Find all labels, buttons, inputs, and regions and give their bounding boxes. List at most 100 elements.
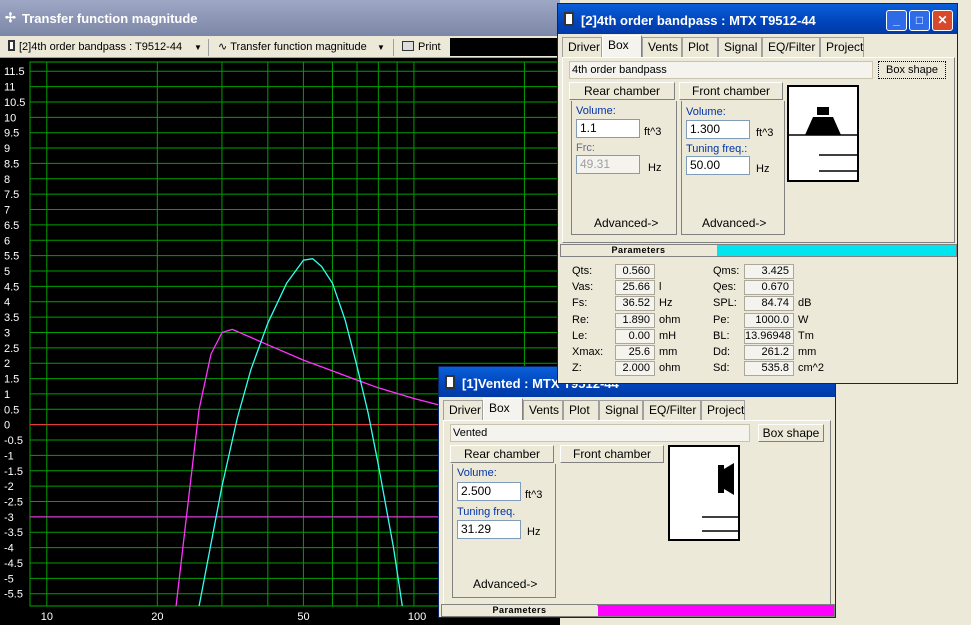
main-window-title: Transfer function magnitude <box>22 11 198 26</box>
bandpass-tab-eq-filter[interactable]: EQ/Filter <box>762 37 820 57</box>
y-tick-label: 8 <box>4 174 10 186</box>
crosshair-icon: ✢ <box>5 10 16 25</box>
param-spl-value[interactable]: 84.74 <box>744 296 794 312</box>
printer-icon <box>402 41 414 51</box>
bandpass-box-name[interactable]: 4th order bandpass <box>569 61 873 79</box>
project-select[interactable]: [2]4th order bandpass : T9512-44 ▼ <box>4 39 204 56</box>
param-pe-value[interactable]: 1000.0 <box>744 312 794 328</box>
vented-tuning-input[interactable]: 31.29 <box>457 520 521 539</box>
bandpass-tab-plot[interactable]: Plot <box>682 37 718 57</box>
param-bl-unit: Tm <box>798 329 814 342</box>
vented-tab-signal[interactable]: Signal <box>599 400 643 420</box>
param-sd-value[interactable]: 535.8 <box>744 361 794 377</box>
y-tick-label: 0 <box>4 420 10 432</box>
x-tick-label: 50 <box>297 611 309 623</box>
print-label: Print <box>418 41 441 53</box>
vented-box-shape-button[interactable]: Box shape <box>758 424 824 442</box>
vented-tab-box[interactable]: Box <box>483 398 523 420</box>
y-tick-label: 0.5 <box>4 404 19 416</box>
bandpass-box-shape-button[interactable]: Box shape <box>878 61 946 79</box>
bandpass-parameters-bar[interactable]: Parameters <box>560 244 957 257</box>
param-qts-value[interactable]: 0.560 <box>615 264 655 279</box>
y-tick-label: -0.5 <box>4 435 23 447</box>
vented-tab-vents[interactable]: Vents <box>523 400 563 420</box>
y-tick-label: 6.5 <box>4 220 19 232</box>
minimize-button[interactable]: _ <box>886 10 907 31</box>
param-re-value[interactable]: 1.890 <box>615 312 655 328</box>
document-icon <box>564 12 574 26</box>
y-tick-label: 2.5 <box>4 343 19 355</box>
toolbar-status-area <box>450 38 560 56</box>
y-tick-label: 2 <box>4 358 10 370</box>
y-tick-label: 11.5 <box>4 66 25 78</box>
front-volume-input[interactable]: 1.300 <box>686 120 750 139</box>
rear-volume-input[interactable]: 1.1 <box>576 119 640 138</box>
vented-box-panel: Vented Box shape Rear chamber Front cham… <box>443 420 831 606</box>
vented-box-preview <box>668 445 740 541</box>
y-tick-label: 10 <box>4 112 16 124</box>
front-tuning-input[interactable]: 50.00 <box>686 156 750 175</box>
param-z-unit: ohm <box>659 362 681 375</box>
vented-tab-eq-filter[interactable]: EQ/Filter <box>643 400 701 420</box>
y-tick-label: -3.5 <box>4 527 23 539</box>
rear-volume-label: Volume: <box>576 105 616 117</box>
vented-advanced-button[interactable]: Advanced-> <box>473 577 537 591</box>
y-tick-label: -5 <box>4 573 14 585</box>
x-tick-label: 100 <box>408 611 426 623</box>
param-vas-label: Vas: <box>572 281 594 294</box>
front-chamber-button[interactable]: Front chamber <box>679 82 783 100</box>
param-re-label: Re: <box>572 313 590 326</box>
vented-volume-input[interactable]: 2.500 <box>457 482 521 501</box>
bandpass-tab-signal[interactable]: Signal <box>718 37 762 57</box>
frc-label: Frc: <box>576 142 595 154</box>
param-le-unit: mH <box>659 329 677 342</box>
front-tuning-unit: Hz <box>756 163 770 175</box>
rear-chamber-button[interactable]: Rear chamber <box>569 82 675 100</box>
rear-advanced-button[interactable]: Advanced-> <box>594 216 658 230</box>
bandpass-tab-vents[interactable]: Vents <box>642 37 682 57</box>
param-qms-value[interactable]: 3.425 <box>744 264 794 279</box>
param-pe-unit: W <box>798 313 809 326</box>
vented-tuning-unit: Hz <box>527 526 541 538</box>
vented-tab-project[interactable]: Project <box>701 400 745 420</box>
param-spl-label: SPL: <box>713 297 737 310</box>
vented-dialog: [1]Vented : MTX T9512-44 Driver Box Vents P… <box>438 366 836 618</box>
vented-parameters-color <box>598 605 834 616</box>
print-button[interactable]: Print <box>398 39 448 56</box>
y-tick-label: 9 <box>4 143 10 155</box>
bandpass-tab-project[interactable]: Project <box>820 37 864 57</box>
view-select[interactable]: ∿ Transfer function magnitude ▼ <box>214 39 390 56</box>
vented-tab-driver[interactable]: Driver <box>443 400 483 420</box>
param-xmax-value[interactable]: 25.6 <box>615 345 655 360</box>
vented-rear-chamber-button[interactable]: Rear chamber <box>450 445 554 463</box>
vented-front-chamber-button[interactable]: Front chamber <box>560 445 664 463</box>
frc-unit: Hz <box>648 162 662 174</box>
maximize-button[interactable]: □ <box>909 10 930 31</box>
bandpass-tab-box[interactable]: Box <box>602 35 642 57</box>
main-title-bar[interactable]: ✢ Transfer function magnitude <box>0 0 560 36</box>
param-qts-label: Qts: <box>572 265 593 277</box>
toolbar-separator <box>208 39 209 56</box>
y-tick-label: 4 <box>4 297 10 309</box>
param-le-value[interactable]: 0.00 <box>615 328 655 344</box>
front-volume-label: Volume: <box>686 106 726 118</box>
vented-tab-plot[interactable]: Plot <box>563 400 599 420</box>
param-dd-value[interactable]: 261.2 <box>744 345 794 360</box>
y-tick-label: 1 <box>4 389 10 401</box>
document-icon <box>445 375 455 389</box>
param-vas-value[interactable]: 25.66 <box>615 280 655 296</box>
param-qes-value[interactable]: 0.670 <box>744 280 794 296</box>
param-qes-label: Qes: <box>713 281 737 294</box>
close-icon: ✕ <box>937 13 948 27</box>
vented-parameters-bar[interactable]: Parameters <box>441 604 835 617</box>
param-fs-value[interactable]: 36.52 <box>615 296 655 312</box>
y-tick-label: 5 <box>4 266 10 278</box>
vented-box-name[interactable]: Vented <box>450 424 750 442</box>
param-dd-label: Dd: <box>713 346 731 358</box>
close-button[interactable]: ✕ <box>932 10 953 31</box>
front-advanced-button[interactable]: Advanced-> <box>702 216 766 230</box>
param-bl-value[interactable]: 13.96948 <box>744 328 794 344</box>
param-xmax-unit: mm <box>659 346 678 358</box>
bandpass-tab-driver[interactable]: Driver <box>562 37 602 57</box>
param-z-value[interactable]: 2.000 <box>615 361 655 377</box>
